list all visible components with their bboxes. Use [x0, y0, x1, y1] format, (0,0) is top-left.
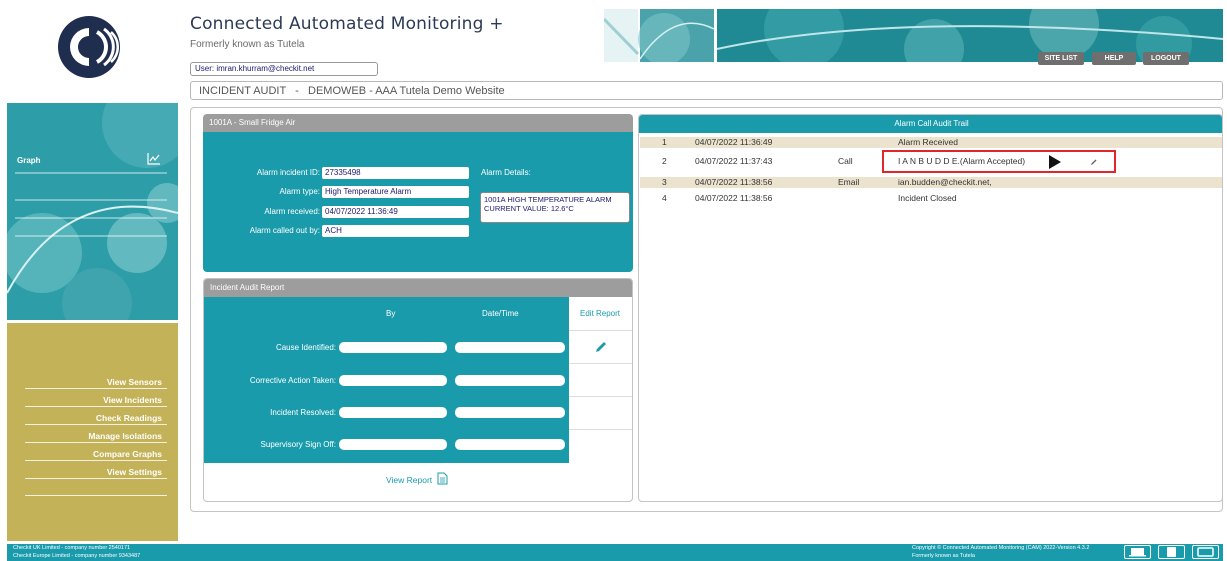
table-row[interactable]: 1 04/07/2022 11:36:49 Alarm Received [640, 137, 1222, 148]
divider [25, 442, 167, 443]
alarm-call-audit-trail-panel: Alarm Call Audit Trail 1 04/07/2022 11:3… [638, 114, 1223, 502]
footer-company-uk: Checkit UK Limited - company number 2540… [13, 545, 131, 551]
document-icon[interactable] [437, 472, 448, 487]
called-out-by-field: ACH [322, 225, 469, 237]
sidebar-item-check-readings[interactable]: Check Readings [96, 413, 162, 423]
desktop-view-button[interactable] [1124, 545, 1151, 559]
alarm-panel-body: Alarm incident ID: 27335498 Alarm type: … [203, 132, 633, 272]
supervisory-signoff-date-field[interactable] [455, 439, 565, 450]
supervisory-signoff-label: Supervisory Sign Off: [260, 440, 336, 449]
report-panel-title: Incident Audit Report [204, 279, 632, 297]
alarm-details-panel: 1001A - Small Fridge Air Alarm incident … [203, 114, 633, 272]
sidebar-item-compare-graphs[interactable]: Compare Graphs [93, 449, 162, 459]
cause-identified-date-field[interactable] [455, 342, 565, 353]
incident-resolved-date-field[interactable] [455, 407, 565, 418]
play-icon[interactable] [1048, 155, 1062, 171]
divider [25, 460, 167, 461]
col-by-header: By [386, 309, 396, 318]
edit-report-link[interactable]: Edit Report [580, 309, 620, 318]
cause-identified-label: Cause Identified: [275, 343, 336, 352]
footer: Checkit UK Limited - company number 2540… [7, 544, 1223, 561]
divider [25, 406, 167, 407]
sidebar-graph-label[interactable]: Graph [17, 156, 41, 165]
sidebar-item-view-incidents[interactable]: View Incidents [103, 395, 162, 405]
incident-resolved-label: Incident Resolved: [270, 408, 336, 417]
incident-id-field: 27335498 [322, 167, 469, 179]
mobile-view-button[interactable] [1192, 545, 1219, 559]
user-label: User: imran.khurram@checkit.net [190, 62, 378, 76]
app-subtitle: Formerly known as Tutela [190, 39, 305, 50]
corrective-action-label: Corrective Action Taken: [249, 376, 336, 385]
alarm-received-field: 04/07/2022 11:36:49 [322, 206, 469, 218]
incident-audit-report-panel: Incident Audit Report By Date/Time Cause… [203, 278, 633, 502]
chart-icon[interactable] [147, 153, 161, 167]
alarm-details-label: Alarm Details: [481, 168, 531, 177]
divider [25, 388, 167, 389]
divider [25, 424, 167, 425]
trail-panel-title: Alarm Call Audit Trail [639, 115, 1222, 133]
footer-formerly: Formerly known as Tutela [912, 553, 975, 559]
divider [569, 330, 632, 331]
footer-copyright: Copyright © Connected Automated Monitori… [912, 545, 1090, 551]
sidebar-nav: View Sensors View Incidents Check Readin… [7, 323, 178, 541]
tablet-view-button[interactable] [1158, 545, 1185, 559]
col-datetime-header: Date/Time [482, 309, 519, 318]
alarm-received-label: Alarm received: [264, 207, 320, 216]
incident-resolved-by-field[interactable] [339, 407, 447, 418]
view-report-link[interactable]: View Report [386, 475, 432, 485]
alarm-type-label: Alarm type: [279, 187, 320, 196]
alarm-details-textarea[interactable]: 1001A HIGH TEMPERATURE ALARM CURRENT VAL… [480, 192, 630, 223]
cause-identified-by-field[interactable] [339, 342, 447, 353]
supervisory-signoff-by-field[interactable] [339, 439, 447, 450]
called-out-by-label: Alarm called out by: [249, 226, 320, 235]
sidebar-graph-panel: Graph [7, 103, 178, 320]
breadcrumb: INCIDENT AUDIT - DEMOWEB - AAA Tutela De… [190, 81, 1223, 100]
help-button[interactable]: HELP [1092, 52, 1136, 65]
table-row[interactable]: 3 04/07/2022 11:38:56 Email ian.budden@c… [640, 177, 1222, 188]
corrective-action-date-field[interactable] [455, 375, 565, 386]
site-list-button[interactable]: SITE LIST [1038, 52, 1084, 65]
incident-id-label: Alarm incident ID: [256, 168, 320, 177]
sidebar-item-view-sensors[interactable]: View Sensors [107, 377, 162, 387]
app-title: Connected Automated Monitoring + [190, 14, 504, 34]
highlight-box [882, 150, 1116, 173]
sidebar-item-view-settings[interactable]: View Settings [107, 467, 162, 477]
pencil-icon[interactable] [1090, 158, 1098, 168]
sidebar-item-manage-isolations[interactable]: Manage Isolations [88, 431, 162, 441]
divider [569, 396, 632, 397]
report-table: By Date/Time Cause Identified: Correctiv… [204, 297, 569, 463]
footer-company-europe: Checkit Europe Limited - company number … [13, 553, 141, 559]
company-logo [55, 8, 133, 86]
logout-button[interactable]: LOGOUT [1143, 52, 1189, 65]
divider [25, 478, 167, 479]
pencil-icon[interactable] [594, 340, 608, 356]
divider [569, 363, 632, 364]
alarm-panel-title: 1001A - Small Fridge Air [203, 114, 633, 132]
alarm-type-field: High Temperature Alarm [322, 186, 469, 198]
corrective-action-by-field[interactable] [339, 375, 447, 386]
divider [25, 495, 167, 496]
table-row[interactable]: 4 04/07/2022 11:38:56 Incident Closed [640, 193, 1222, 204]
divider [569, 429, 632, 430]
